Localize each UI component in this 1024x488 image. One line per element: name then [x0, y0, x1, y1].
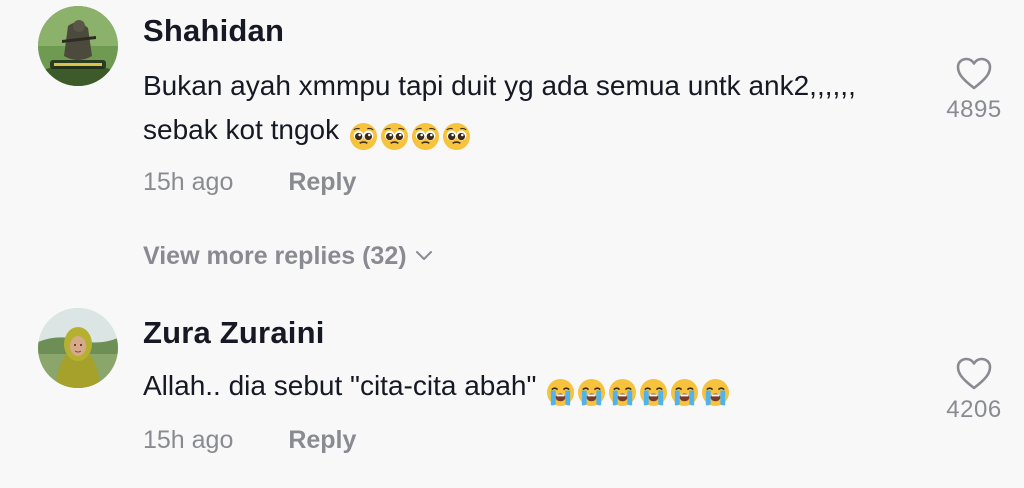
avatar-image: [38, 6, 118, 86]
comment-username[interactable]: Zura Zuraini: [143, 315, 325, 351]
view-more-replies-button[interactable]: View more replies (32): [143, 240, 433, 271]
comment-username[interactable]: Shahidan: [143, 13, 284, 49]
comment-item: Zura Zuraini Allah.. dia sebut "cita-cit…: [0, 300, 1024, 488]
like-control: 4206: [924, 356, 1024, 424]
like-count: 4206: [946, 396, 1002, 423]
heart-icon[interactable]: [955, 356, 993, 392]
comment-timestamp: 15h ago: [143, 168, 234, 196]
reply-button[interactable]: Reply: [288, 426, 356, 455]
loudly-crying-face-emoji: [639, 378, 668, 407]
pleading-face-emoji: [349, 122, 378, 151]
comment-text: Bukan ayah xmmpu tapi duit yg ada semua …: [143, 64, 863, 157]
chevron-down-icon: [415, 240, 433, 269]
comment-text-content: Allah.. dia sebut "cita-cita abah": [143, 370, 537, 401]
avatar[interactable]: [38, 308, 118, 388]
loudly-crying-face-emoji: [577, 378, 606, 407]
avatar-image: [38, 308, 118, 388]
reply-button[interactable]: Reply: [288, 168, 356, 197]
comment-timestamp: 15h ago: [143, 426, 234, 454]
comment-item: Shahidan Bukan ayah xmmpu tapi duit yg a…: [0, 0, 1024, 290]
loudly-crying-face-emoji: [608, 378, 637, 407]
emoji-row: [546, 369, 732, 413]
comment-text: Allah.. dia sebut "cita-cita abah": [143, 364, 863, 413]
like-count: 4895: [946, 96, 1002, 123]
emoji-row: [349, 113, 473, 157]
pleading-face-emoji: [442, 122, 471, 151]
pleading-face-emoji: [380, 122, 409, 151]
pleading-face-emoji: [411, 122, 440, 151]
loudly-crying-face-emoji: [670, 378, 699, 407]
avatar[interactable]: [38, 6, 118, 86]
comment-list: Shahidan Bukan ayah xmmpu tapi duit yg a…: [0, 0, 1024, 488]
comment-text-content: Bukan ayah xmmpu tapi duit yg ada semua …: [143, 70, 856, 145]
comment-meta: 15h ago Reply: [143, 426, 356, 455]
view-more-replies-label: View more replies (32): [143, 242, 407, 270]
like-control: 4895: [924, 56, 1024, 124]
comment-meta: 15h ago Reply: [143, 168, 356, 197]
heart-icon[interactable]: [955, 56, 993, 92]
loudly-crying-face-emoji: [701, 378, 730, 407]
loudly-crying-face-emoji: [546, 378, 575, 407]
